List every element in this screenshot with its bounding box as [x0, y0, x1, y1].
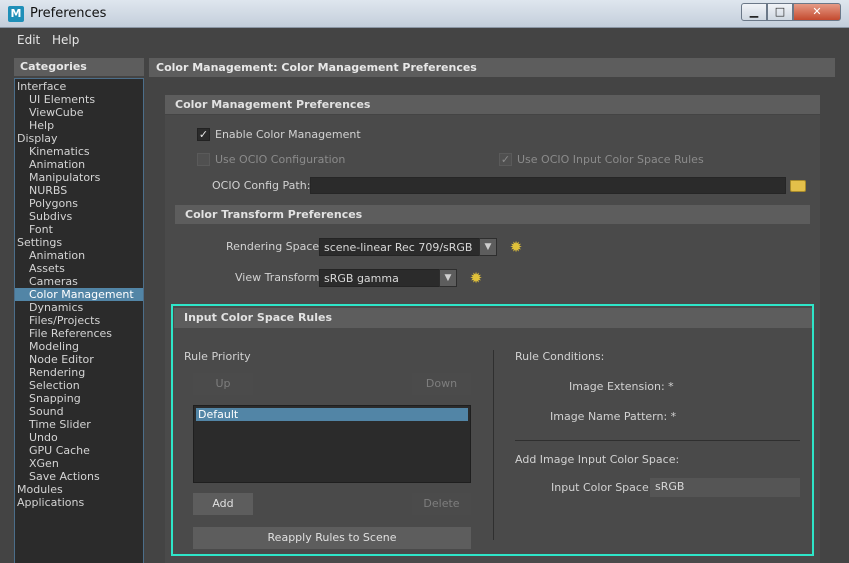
- category-item-node-editor[interactable]: Node Editor: [15, 353, 143, 366]
- category-item-gpu-cache[interactable]: GPU Cache: [15, 444, 143, 457]
- up-button[interactable]: Up: [193, 373, 253, 395]
- rule-item-default[interactable]: Default: [196, 408, 468, 421]
- menu-edit[interactable]: Edit: [17, 33, 40, 47]
- category-item-applications[interactable]: Applications: [15, 496, 143, 509]
- category-item-display[interactable]: Display: [15, 132, 143, 145]
- delete-rule-button[interactable]: Delete: [412, 493, 471, 515]
- category-item-help[interactable]: Help: [15, 119, 143, 132]
- category-item-interface[interactable]: Interface: [15, 80, 143, 93]
- category-item-ui-elements[interactable]: UI Elements: [15, 93, 143, 106]
- category-item-settings[interactable]: Settings: [15, 236, 143, 249]
- maximize-button[interactable]: □: [767, 3, 793, 21]
- category-item-nurbs[interactable]: NURBS: [15, 184, 143, 197]
- add-rule-button[interactable]: Add: [193, 493, 253, 515]
- category-item-subdivs[interactable]: Subdivs: [15, 210, 143, 223]
- use-ocio-input-rules-label: Use OCIO Input Color Space Rules: [517, 153, 704, 166]
- category-item-modules[interactable]: Modules: [15, 483, 143, 496]
- category-item-animation[interactable]: Animation: [15, 158, 143, 171]
- rendering-space-label: Rendering Space:: [226, 240, 323, 253]
- input-color-space-field[interactable]: sRGB: [650, 478, 800, 497]
- category-item-undo[interactable]: Undo: [15, 431, 143, 444]
- image-extension-label: Image Extension: *: [569, 380, 674, 393]
- ocio-config-path-label: OCIO Config Path:: [212, 179, 311, 192]
- category-item-cameras[interactable]: Cameras: [15, 275, 143, 288]
- color-transform-section-header[interactable]: Color Transform Preferences: [175, 205, 810, 224]
- categories-list[interactable]: Interface UI Elements ViewCube Help Display K…: [14, 78, 144, 563]
- ocio-config-path-input[interactable]: [310, 177, 786, 194]
- input-rules-section-header[interactable]: Input Color Space Rules: [174, 308, 812, 328]
- category-item-kinematics[interactable]: Kinematics: [15, 145, 143, 158]
- category-item-polygons[interactable]: Polygons: [15, 197, 143, 210]
- window-title: Preferences: [30, 6, 107, 21]
- categories-header: Categories: [14, 58, 144, 76]
- rendering-space-gear-icon[interactable]: ✹: [508, 239, 524, 255]
- category-item-rendering[interactable]: Rendering: [15, 366, 143, 379]
- rule-conditions-label: Rule Conditions:: [515, 350, 605, 363]
- down-button[interactable]: Down: [412, 373, 471, 395]
- menu-help[interactable]: Help: [52, 33, 79, 47]
- close-button[interactable]: ✕: [793, 3, 841, 21]
- use-ocio-config-checkbox[interactable]: [197, 153, 210, 166]
- category-item-xgen[interactable]: XGen: [15, 457, 143, 470]
- cm-prefs-section-header[interactable]: Color Management Preferences: [165, 95, 820, 114]
- reapply-rules-button[interactable]: Reapply Rules to Scene: [193, 527, 471, 549]
- chevron-down-icon[interactable]: ▼: [479, 238, 497, 256]
- enable-cm-label: Enable Color Management: [215, 128, 361, 141]
- rendering-space-dropdown[interactable]: scene-linear Rec 709/sRGB: [319, 238, 480, 256]
- category-item-modeling[interactable]: Modeling: [15, 340, 143, 353]
- category-item-save-actions[interactable]: Save Actions: [15, 470, 143, 483]
- image-name-pattern-label: Image Name Pattern: *: [550, 410, 677, 423]
- category-item-selection[interactable]: Selection: [15, 379, 143, 392]
- menu-bar: Edit Help: [0, 29, 849, 53]
- use-ocio-config-label: Use OCIO Configuration: [215, 153, 346, 166]
- category-item-color-management[interactable]: Color Management: [15, 288, 143, 301]
- category-item-file-references[interactable]: File References: [15, 327, 143, 340]
- minimize-button[interactable]: ▁: [741, 3, 767, 21]
- vertical-divider: [493, 350, 494, 540]
- use-ocio-input-rules-checkbox[interactable]: ✓: [499, 153, 512, 166]
- enable-cm-checkbox[interactable]: ✓: [197, 128, 210, 141]
- view-transform-gear-icon[interactable]: ✹: [468, 270, 484, 286]
- category-item-viewcube[interactable]: ViewCube: [15, 106, 143, 119]
- category-item-dynamics[interactable]: Dynamics: [15, 301, 143, 314]
- category-item-manipulators[interactable]: Manipulators: [15, 171, 143, 184]
- rule-list[interactable]: Default: [193, 405, 471, 483]
- category-item-assets[interactable]: Assets: [15, 262, 143, 275]
- main-panel-header: Color Management: Color Management Prefe…: [149, 58, 835, 77]
- input-color-space-label: Input Color Space:: [551, 481, 653, 494]
- category-item-time-slider[interactable]: Time Slider: [15, 418, 143, 431]
- rule-priority-label: Rule Priority: [184, 350, 251, 363]
- folder-icon[interactable]: [790, 180, 806, 192]
- maya-app-icon: M: [8, 6, 24, 22]
- category-item-animation[interactable]: Animation: [15, 249, 143, 262]
- view-transform-dropdown[interactable]: sRGB gamma: [319, 269, 440, 287]
- chevron-down-icon[interactable]: ▼: [439, 269, 457, 287]
- horizontal-divider: [515, 440, 800, 441]
- title-bar: M Preferences ▁ □ ✕: [0, 0, 849, 28]
- category-item-sound[interactable]: Sound: [15, 405, 143, 418]
- view-transform-label: View Transform:: [235, 271, 324, 284]
- category-item-snapping[interactable]: Snapping: [15, 392, 143, 405]
- add-input-cs-label: Add Image Input Color Space:: [515, 453, 680, 466]
- category-item-font[interactable]: Font: [15, 223, 143, 236]
- category-item-files-projects[interactable]: Files/Projects: [15, 314, 143, 327]
